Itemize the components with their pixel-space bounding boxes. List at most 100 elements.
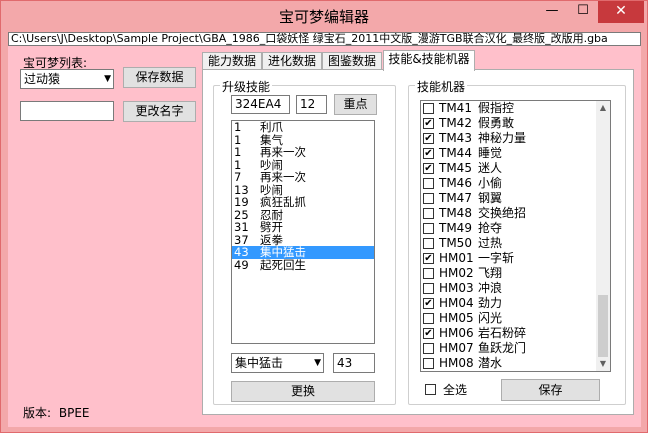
checkbox-checked[interactable]: ✔	[423, 298, 434, 309]
select-all-checkbox[interactable]: 全选	[425, 382, 485, 398]
tm-item-code: TM50	[439, 236, 472, 250]
tab-moves-tm[interactable]: 技能&技能机器	[383, 50, 475, 71]
focus-button[interactable]: 重点	[334, 94, 377, 115]
main-window: 宝可梦编辑器 — ☐ ✕ C:\Users\J\Desktop\Sample P…	[0, 0, 648, 433]
list-item[interactable]: 1 利爪	[232, 121, 374, 134]
checkbox-checked[interactable]: ✔	[423, 253, 434, 264]
chevron-down-icon: ▼	[104, 74, 111, 84]
tm-item[interactable]: ✔ HM04 劲力	[421, 296, 610, 311]
list-item[interactable]: 31 劈开	[232, 221, 374, 234]
minimize-button[interactable]: —	[537, 1, 567, 23]
tm-item-code: TM41	[439, 101, 472, 115]
move-select[interactable]: 集中猛击 ▼	[231, 353, 324, 373]
version-label: 版本: BPEE	[23, 404, 90, 421]
maximize-button[interactable]: ☐	[568, 1, 598, 23]
tm-item[interactable]: TM49 抢夺	[421, 221, 610, 236]
tm-item-name: 抢夺	[478, 221, 503, 235]
tab-evolution[interactable]: 进化数据	[262, 52, 322, 70]
tab-stats[interactable]: 能力数据	[202, 52, 262, 70]
tm-moves-title: 技能机器	[415, 78, 468, 95]
tm-item-code: HM06	[439, 326, 474, 340]
tm-item[interactable]: ✔ TM44 睡觉	[421, 146, 610, 161]
save-data-button[interactable]: 保存数据	[123, 67, 196, 88]
tm-item-name: 睡觉	[478, 146, 503, 160]
checkbox-unchecked[interactable]	[423, 238, 434, 249]
tm-item-name: 交换绝招	[478, 206, 527, 220]
scroll-up-icon[interactable]: ▲	[596, 101, 610, 115]
tm-item-name: 过热	[478, 236, 503, 250]
replace-button[interactable]: 更换	[231, 381, 375, 402]
scroll-thumb[interactable]	[598, 295, 608, 357]
checkbox-checked[interactable]: ✔	[423, 133, 434, 144]
level-moves-list[interactable]: 1 利爪 1 集气 1 再来一次 1 吵闹 7 再来一次 13 吵闹 19 疯狂乱抓 25 忍耐…	[231, 120, 375, 344]
tm-item-code: TM45	[439, 161, 472, 175]
tm-item[interactable]: HM05 闪光	[421, 311, 610, 326]
list-item[interactable]: 1 再来一次	[232, 146, 374, 159]
tm-item[interactable]: HM03 冲浪	[421, 281, 610, 296]
tm-item[interactable]: TM41 假指控	[421, 101, 610, 116]
select-all-label: 全选	[443, 383, 468, 397]
tm-item-name: 钢翼	[478, 191, 503, 205]
tm-item[interactable]: ✔ TM45 迷人	[421, 161, 610, 176]
checkbox-checked[interactable]: ✔	[423, 118, 434, 129]
tm-item-name: 假指控	[478, 101, 515, 115]
tm-item[interactable]: ✔ TM43 神秘力量	[421, 131, 610, 146]
pokemon-select[interactable]: 过动猿 ▼	[20, 69, 114, 89]
tm-item[interactable]: HM02 飞翔	[421, 266, 610, 281]
checkbox-unchecked[interactable]	[423, 313, 434, 324]
version-label-text: 版本:	[23, 406, 52, 420]
checkbox-unchecked[interactable]	[423, 103, 434, 114]
checkbox-unchecked[interactable]	[423, 178, 434, 189]
tm-item[interactable]: HM08 潜水	[421, 356, 610, 371]
checkbox-unchecked[interactable]	[423, 193, 434, 204]
tm-item-name: 神秘力量	[478, 131, 527, 145]
checkbox-unchecked[interactable]	[423, 358, 434, 369]
select-all-box[interactable]	[425, 384, 436, 395]
tm-checklist[interactable]: TM41 假指控 ✔ TM42 假勇敢 ✔ TM43 神秘力量 ✔ TM44 睡觉 ✔ TM45 迷人 TM…	[420, 100, 611, 372]
move-select-value: 集中猛击	[235, 356, 284, 370]
tm-item-code: TM48	[439, 206, 472, 220]
tm-item[interactable]: ✔ TM42 假勇敢	[421, 116, 610, 131]
tm-item-code: TM43	[439, 131, 472, 145]
tm-item-name: 潜水	[478, 356, 503, 370]
checkbox-unchecked[interactable]	[423, 208, 434, 219]
tm-item-name: 岩石粉碎	[478, 326, 527, 340]
checkbox-unchecked[interactable]	[423, 283, 434, 294]
checkbox-checked[interactable]: ✔	[423, 328, 434, 339]
list-item[interactable]: 25 忍耐	[232, 208, 374, 222]
tm-item-name: 迷人	[478, 161, 503, 175]
checkbox-unchecked[interactable]	[423, 343, 434, 354]
tm-save-button[interactable]: 保存	[501, 379, 600, 401]
tab-pokedex[interactable]: 图鉴数据	[322, 52, 382, 70]
close-button[interactable]: ✕	[598, 1, 644, 23]
tm-item[interactable]: TM47 钢翼	[421, 191, 610, 206]
tm-item[interactable]: HM07 鱼跃龙门	[421, 341, 610, 356]
list-item[interactable]: 7 再来一次	[232, 171, 374, 184]
name-input[interactable]	[20, 101, 114, 121]
tm-item-code: TM42	[439, 116, 472, 130]
move-level-input[interactable]: 43	[333, 353, 375, 373]
tm-item-code: TM46	[439, 176, 472, 190]
list-item[interactable]: 49 起死回生	[232, 258, 374, 272]
move-count-input[interactable]: 12	[296, 95, 327, 114]
tm-scrollbar[interactable]: ▲ ▼	[596, 101, 610, 371]
pokemon-select-value: 过动猿	[24, 72, 61, 86]
tm-item-code: TM49	[439, 221, 472, 235]
checkbox-checked[interactable]: ✔	[423, 163, 434, 174]
checkbox-unchecked[interactable]	[423, 268, 434, 279]
tm-item[interactable]: TM46 小偷	[421, 176, 610, 191]
checkbox-unchecked[interactable]	[423, 223, 434, 234]
tm-item[interactable]: TM50 过热	[421, 236, 610, 251]
tm-moves-group: 技能机器 TM41 假指控 ✔ TM42 假勇敢 ✔ TM43 神秘力量 ✔ TM44 睡觉 ✔ TM4…	[408, 78, 626, 405]
tm-item[interactable]: ✔ HM06 岩石粉碎	[421, 326, 610, 341]
move-offset-input[interactable]: 324EA4	[231, 95, 290, 114]
tm-item[interactable]: ✔ HM01 一字斩	[421, 251, 610, 266]
tm-item-code: TM47	[439, 191, 472, 205]
checkbox-checked[interactable]: ✔	[423, 148, 434, 159]
file-path-field[interactable]: C:\Users\J\Desktop\Sample Project\GBA_19…	[8, 32, 641, 46]
title-bar[interactable]: 宝可梦编辑器 — ☐ ✕	[1, 1, 647, 31]
rename-button[interactable]: 更改名字	[123, 101, 196, 122]
tm-item[interactable]: TM48 交换绝招	[421, 206, 610, 221]
list-item[interactable]: 19 疯狂乱抓	[232, 196, 374, 209]
scroll-down-icon[interactable]: ▼	[596, 357, 610, 371]
